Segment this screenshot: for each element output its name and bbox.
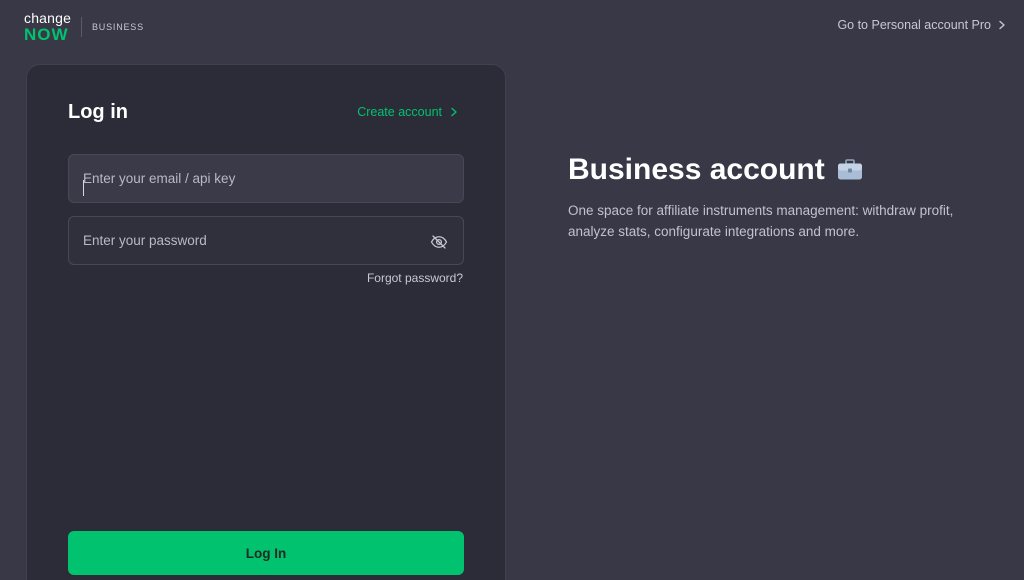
eye-off-icon[interactable] (430, 233, 448, 251)
personal-account-link-label: Go to Personal account Pro (837, 18, 991, 32)
logo-text-now: NOW (24, 25, 69, 44)
top-header: change NOW BUSINESS Go to Personal accou… (0, 0, 1024, 52)
login-page: change NOW BUSINESS Go to Personal accou… (0, 0, 1024, 580)
password-field-wrapper (68, 216, 464, 265)
email-input[interactable] (69, 155, 463, 202)
promo-description: One space for affiliate instruments mana… (568, 203, 954, 239)
create-account-label: Create account (357, 105, 442, 119)
promo-title: Business account (568, 153, 825, 186)
briefcase-icon (837, 159, 863, 181)
text-caret (83, 180, 84, 196)
changenow-logo[interactable]: change NOW (24, 11, 72, 43)
chevron-right-icon (997, 20, 1007, 30)
promo-heading: Business account (568, 153, 863, 187)
logo-divider (81, 17, 82, 37)
forgot-password-link[interactable]: Forgot password? (367, 271, 463, 285)
password-input[interactable] (69, 217, 463, 264)
logo-text-change: change (24, 10, 72, 26)
login-title: Log in (68, 101, 128, 123)
email-field-wrapper (68, 154, 464, 203)
login-button[interactable]: Log In (68, 531, 464, 575)
login-card: Log in Create account Forgot password? L… (26, 64, 506, 580)
personal-account-link[interactable]: Go to Personal account Pro (837, 18, 1007, 32)
section-label: BUSINESS (92, 22, 144, 32)
chevron-right-icon (449, 107, 459, 117)
create-account-link[interactable]: Create account (357, 105, 459, 119)
